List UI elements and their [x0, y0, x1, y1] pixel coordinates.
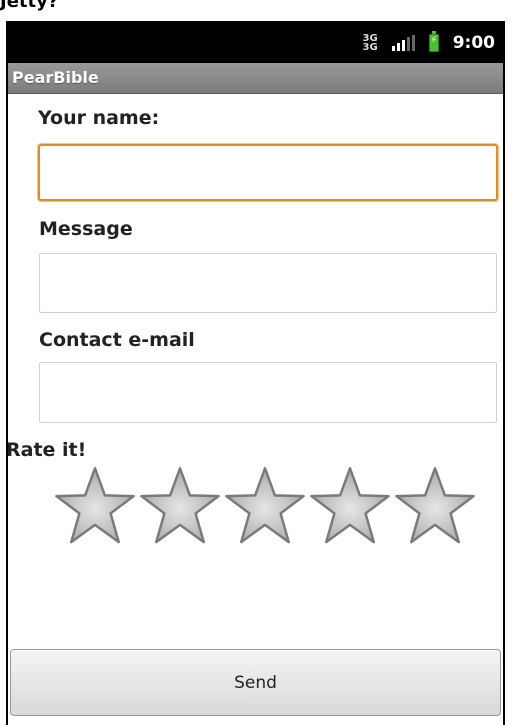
phone-screen: 3G3G 9:00 PearBible Your name: Message C… — [6, 21, 505, 725]
app-title-bar: PearBible — [8, 63, 503, 94]
battery-icon — [428, 31, 439, 52]
signal-icon — [391, 35, 415, 51]
rating-label: Rate it! — [6, 439, 87, 461]
star-icon[interactable] — [394, 465, 476, 547]
email-input[interactable] — [39, 362, 497, 423]
status-clock: 9:00 — [452, 33, 495, 53]
status-bar: 3G3G 9:00 — [8, 23, 503, 63]
rating-bar[interactable] — [54, 465, 476, 547]
email-label: Contact e-mail — [39, 329, 195, 351]
app-title: PearBible — [12, 68, 99, 87]
star-icon[interactable] — [224, 465, 306, 547]
message-input[interactable] — [39, 253, 497, 313]
network-type-icon: 3G 3G — [362, 33, 378, 53]
send-button[interactable]: Send — [10, 649, 501, 716]
star-icon[interactable] — [54, 465, 136, 547]
message-label: Message — [39, 218, 133, 240]
cropped-caption-text: Jetty? — [0, 0, 59, 12]
star-icon[interactable] — [309, 465, 391, 547]
star-icon[interactable] — [139, 465, 221, 547]
name-input[interactable] — [38, 144, 498, 201]
name-label: Your name: — [38, 107, 160, 129]
status-icons: 3G3G 9:00 — [363, 23, 495, 63]
